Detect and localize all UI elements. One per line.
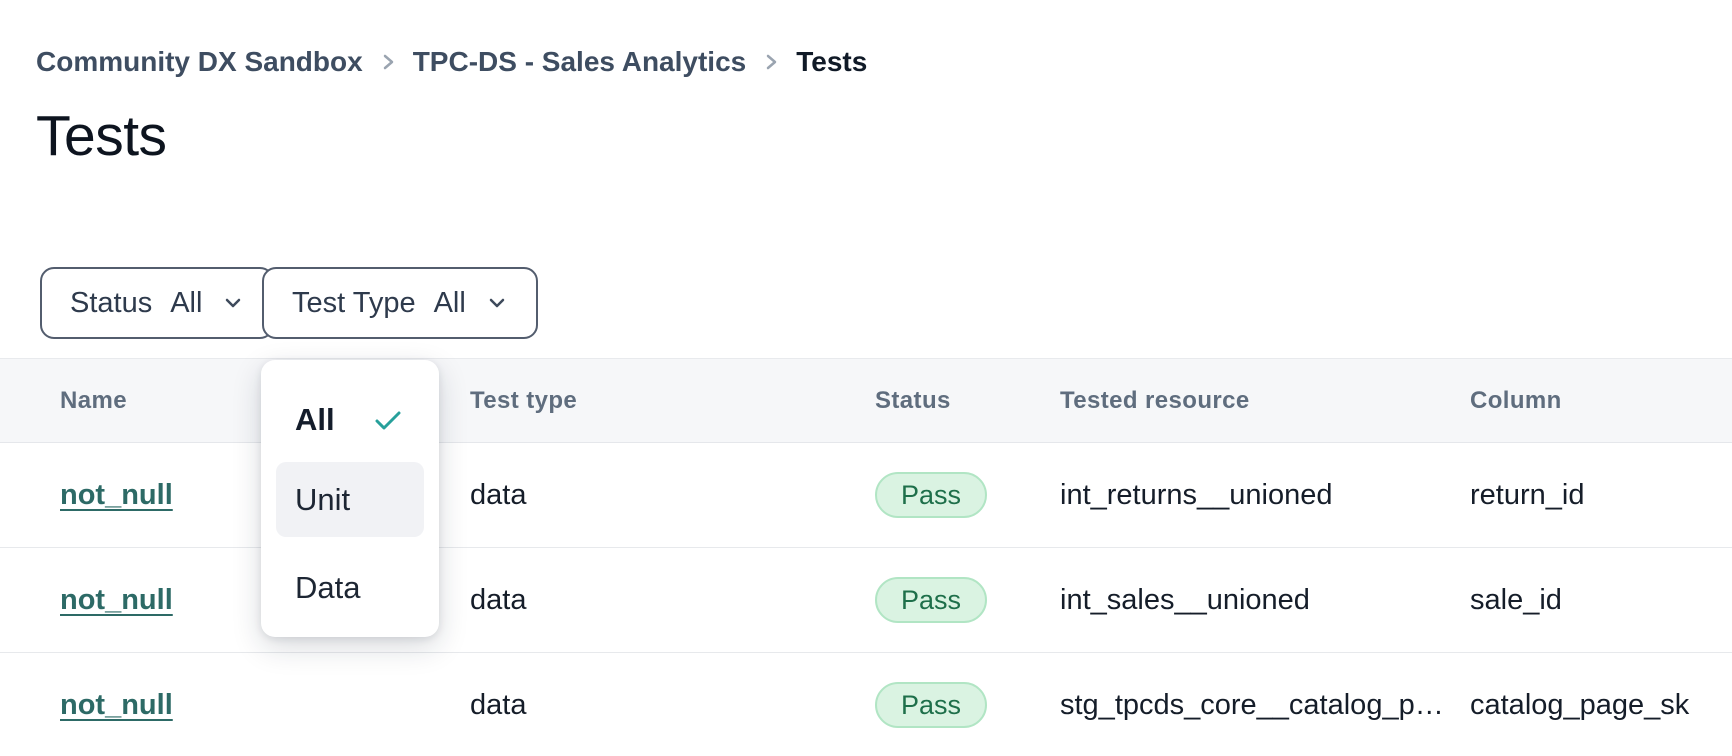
table-row: not_null data Pass int_sales__unioned sa… <box>0 548 1732 653</box>
test-type-filter-value: All <box>434 287 466 320</box>
column-cell: sale_id <box>1470 584 1732 617</box>
status-badge: Pass <box>875 472 987 518</box>
test-type-dropdown-menu: All Unit Data <box>261 360 439 637</box>
status-filter-button[interactable]: Status All <box>40 267 274 339</box>
column-header-status: Status <box>875 387 1060 415</box>
dropdown-option-unit[interactable]: Unit <box>276 462 424 537</box>
breadcrumb-item-current: Tests <box>796 46 867 78</box>
chevron-down-icon <box>222 295 244 311</box>
dropdown-option-label: Unit <box>295 482 350 518</box>
column-cell: catalog_page_sk <box>1470 689 1732 722</box>
dropdown-option-label: All <box>295 402 335 438</box>
dropdown-option-all[interactable]: All <box>276 382 424 457</box>
status-badge: Pass <box>875 577 987 623</box>
test-type-filter-label: Test Type <box>292 287 416 320</box>
table-row: not_null data Pass int_returns__unioned … <box>0 443 1732 548</box>
test-type-cell: data <box>470 689 875 722</box>
table-row: not_null data Pass stg_tpcds_core__catal… <box>0 653 1732 756</box>
page-title: Tests <box>36 103 167 169</box>
column-header-column: Column <box>1470 387 1732 415</box>
status-filter-value: All <box>170 287 202 320</box>
tested-resource-cell: int_sales__unioned <box>1060 584 1470 617</box>
status-badge: Pass <box>875 682 987 728</box>
chevron-right-icon <box>379 50 397 74</box>
breadcrumb-item-account[interactable]: Community DX Sandbox <box>36 46 363 78</box>
chevron-down-icon <box>486 295 508 311</box>
breadcrumb: Community DX Sandbox TPC-DS - Sales Anal… <box>36 46 867 78</box>
chevron-right-icon <box>762 50 780 74</box>
tested-resource-cell: stg_tpcds_core__catalog_p… <box>1060 689 1470 722</box>
column-header-test-type: Test type <box>470 387 875 415</box>
table-header-row: Name Test type Status Tested resource Co… <box>0 358 1732 443</box>
breadcrumb-item-project[interactable]: TPC-DS - Sales Analytics <box>413 46 747 78</box>
test-name-link[interactable]: not_null <box>60 584 173 616</box>
tests-table: Name Test type Status Tested resource Co… <box>0 358 1732 756</box>
dropdown-option-label: Data <box>295 570 360 606</box>
column-header-tested-resource: Tested resource <box>1060 387 1470 415</box>
tests-page: Community DX Sandbox TPC-DS - Sales Anal… <box>0 0 1732 756</box>
dropdown-option-data[interactable]: Data <box>276 550 424 625</box>
test-type-filter-button[interactable]: Test Type All <box>262 267 538 339</box>
test-name-link[interactable]: not_null <box>60 689 173 721</box>
status-filter-label: Status <box>70 287 152 320</box>
column-cell: return_id <box>1470 479 1732 512</box>
test-type-cell: data <box>470 584 875 617</box>
tested-resource-cell: int_returns__unioned <box>1060 479 1470 512</box>
test-type-cell: data <box>470 479 875 512</box>
test-name-link[interactable]: not_null <box>60 479 173 511</box>
check-icon <box>371 406 405 434</box>
